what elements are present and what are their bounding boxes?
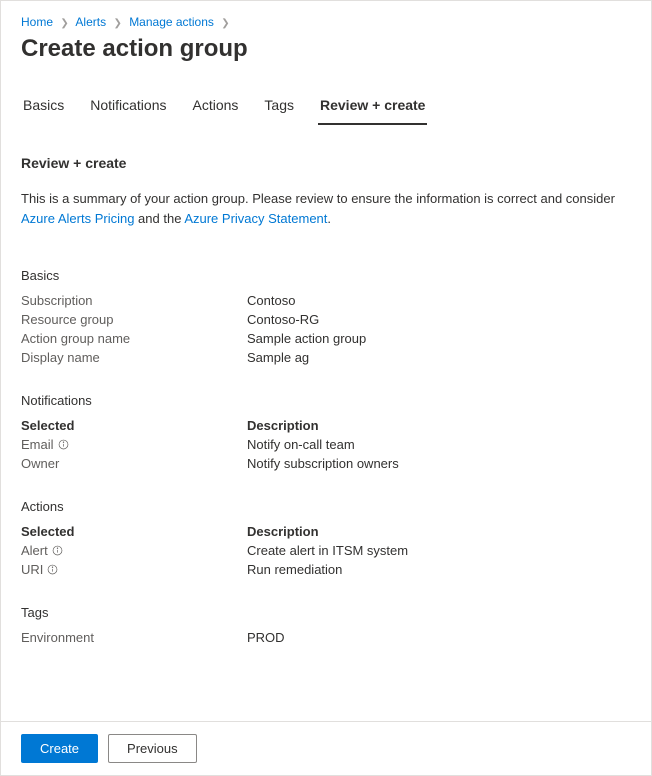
summary-suffix: . xyxy=(327,211,331,226)
page-title: Create action group xyxy=(21,35,631,63)
tab-bar: Basics Notifications Actions Tags Review… xyxy=(21,91,631,125)
actions-header-row: Selected Description xyxy=(21,524,631,539)
col-description: Description xyxy=(247,418,319,433)
notifications-row: Email Notify on-call team xyxy=(21,437,631,452)
info-icon[interactable] xyxy=(52,545,63,556)
col-description: Description xyxy=(247,524,319,539)
notifications-heading: Notifications xyxy=(21,393,631,408)
tags-block: Tags Environment PROD xyxy=(21,605,631,645)
notifications-block: Notifications Selected Description Email… xyxy=(21,393,631,471)
basics-heading: Basics xyxy=(21,268,631,283)
summary-prefix: This is a summary of your action group. … xyxy=(21,191,615,206)
label-resource-group: Resource group xyxy=(21,312,247,327)
link-azure-alerts-pricing[interactable]: Azure Alerts Pricing xyxy=(21,211,134,226)
basics-row-subscription: Subscription Contoso xyxy=(21,293,631,308)
action-description: Create alert in ITSM system xyxy=(247,543,408,558)
breadcrumb-manage-actions[interactable]: Manage actions xyxy=(129,15,214,29)
label-display-name: Display name xyxy=(21,350,247,365)
label-action-group-name: Action group name xyxy=(21,331,247,346)
value-subscription: Contoso xyxy=(247,293,295,308)
link-azure-privacy-statement[interactable]: Azure Privacy Statement xyxy=(184,211,327,226)
notification-description: Notify on-call team xyxy=(247,437,355,452)
action-selected: Alert xyxy=(21,543,48,558)
tags-heading: Tags xyxy=(21,605,631,620)
info-icon[interactable] xyxy=(47,564,58,575)
tag-key: Environment xyxy=(21,630,247,645)
basics-row-resource-group: Resource group Contoso-RG xyxy=(21,312,631,327)
basics-row-display-name: Display name Sample ag xyxy=(21,350,631,365)
create-button[interactable]: Create xyxy=(21,734,98,763)
actions-row: URI Run remediation xyxy=(21,562,631,577)
breadcrumb-home[interactable]: Home xyxy=(21,15,53,29)
breadcrumb: Home ❯ Alerts ❯ Manage actions ❯ xyxy=(21,15,631,29)
tag-value: PROD xyxy=(247,630,285,645)
tab-basics[interactable]: Basics xyxy=(21,91,66,125)
actions-block: Actions Selected Description Alert Creat… xyxy=(21,499,631,577)
tab-notifications[interactable]: Notifications xyxy=(88,91,168,125)
summary-mid: and the xyxy=(134,211,184,226)
tab-tags[interactable]: Tags xyxy=(262,91,296,125)
action-description: Run remediation xyxy=(247,562,342,577)
notifications-header-row: Selected Description xyxy=(21,418,631,433)
actions-heading: Actions xyxy=(21,499,631,514)
chevron-right-icon: ❯ xyxy=(217,18,233,29)
breadcrumb-alerts[interactable]: Alerts xyxy=(75,15,106,29)
notification-selected: Email xyxy=(21,437,54,452)
tab-actions[interactable]: Actions xyxy=(191,91,241,125)
tab-review-create[interactable]: Review + create xyxy=(318,91,427,125)
previous-button[interactable]: Previous xyxy=(108,734,197,763)
notification-description: Notify subscription owners xyxy=(247,456,399,471)
actions-row: Alert Create alert in ITSM system xyxy=(21,543,631,558)
chevron-right-icon: ❯ xyxy=(56,18,72,29)
col-selected: Selected xyxy=(21,524,247,539)
value-action-group-name: Sample action group xyxy=(247,331,366,346)
basics-row-action-group-name: Action group name Sample action group xyxy=(21,331,631,346)
info-icon[interactable] xyxy=(58,439,69,450)
value-display-name: Sample ag xyxy=(247,350,309,365)
value-resource-group: Contoso-RG xyxy=(247,312,319,327)
basics-block: Basics Subscription Contoso Resource gro… xyxy=(21,268,631,365)
tags-row: Environment PROD xyxy=(21,630,631,645)
review-heading: Review + create xyxy=(21,155,631,171)
footer-bar: Create Previous xyxy=(1,721,651,775)
notifications-row: Owner Notify subscription owners xyxy=(21,456,631,471)
action-selected: URI xyxy=(21,562,43,577)
notification-selected: Owner xyxy=(21,456,59,471)
chevron-right-icon: ❯ xyxy=(109,18,125,29)
summary-text: This is a summary of your action group. … xyxy=(21,189,631,228)
label-subscription: Subscription xyxy=(21,293,247,308)
col-selected: Selected xyxy=(21,418,247,433)
